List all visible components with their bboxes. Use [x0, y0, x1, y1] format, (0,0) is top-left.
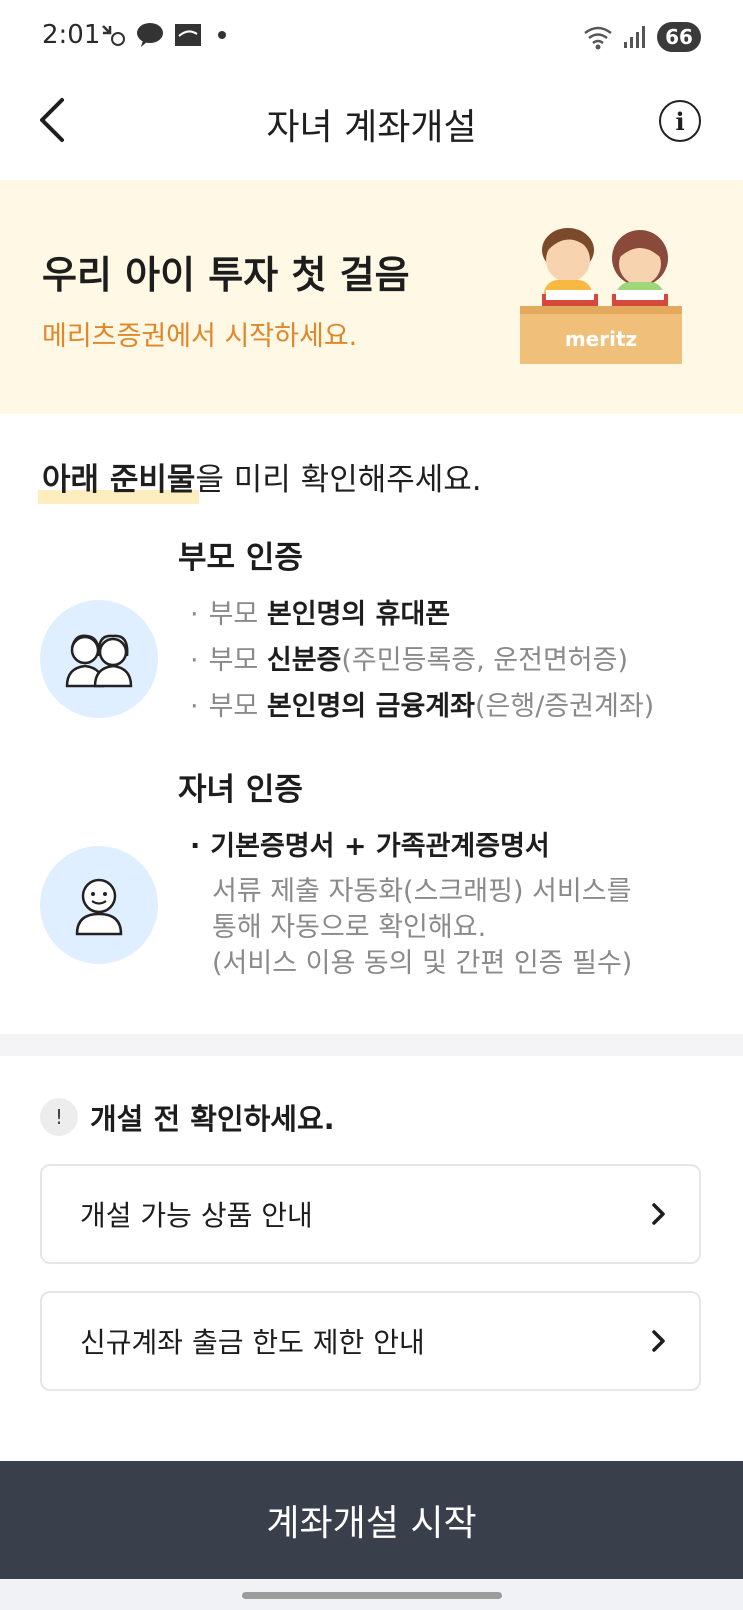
- child-avatar: [40, 846, 158, 964]
- wifi-icon: [584, 26, 612, 50]
- promo-banner: 우리 아이 투자 첫 걸음 메리츠증권에서 시작하세요. meritz: [0, 180, 743, 414]
- home-indicator[interactable]: [242, 1592, 502, 1599]
- banner-subtitle: 메리츠증권에서 시작하세요.: [42, 321, 358, 352]
- start-account-opening-button[interactable]: 계좌개설 시작: [0, 1461, 743, 1579]
- card-label: 개설 가능 상품 안내: [80, 1199, 313, 1232]
- parent-req-item: · 부모 본인명의 금융계좌(은행/증권계좌): [190, 691, 655, 722]
- notice-header: ! 개설 전 확인하세요.: [40, 1096, 335, 1138]
- intro-rest: 을 미리 확인해주세요.: [195, 462, 482, 498]
- system-nav-bar: [0, 1579, 743, 1610]
- kakaotalk-icon: [137, 23, 163, 47]
- section-divider: [0, 1034, 743, 1056]
- system-icons: 66: [583, 22, 701, 52]
- page-title: 자녀 계좌개설: [266, 107, 477, 148]
- child-auth-title: 자녀 인증: [178, 772, 303, 808]
- info-icon: i: [675, 106, 685, 136]
- child-req-item: · 기본증명서 + 가족관계증명서: [190, 831, 550, 862]
- parent-req-item: · 부모 신분증(주민등록증, 운전면허증): [190, 645, 629, 676]
- status-bar: 2:01 66: [0, 0, 743, 76]
- child-req-desc: 서류 제출 자동화(스크래핑) 서비스를 통해 자동으로 확인해요. (서비스 …: [212, 876, 633, 979]
- requirements-intro: 아래 준비물을 미리 확인해주세요.: [42, 454, 482, 499]
- info-button[interactable]: i: [659, 100, 701, 142]
- withdraw-limit-card[interactable]: 신규계좌 출금 한도 제한 안내: [40, 1291, 701, 1391]
- child-icon: [75, 878, 123, 936]
- card-label: 신규계좌 출금 한도 제한 안내: [80, 1326, 425, 1359]
- battery-icon: 66: [657, 22, 701, 52]
- kids-reading-illustration: meritz: [520, 228, 682, 364]
- signal-icon: [624, 26, 645, 48]
- chevron-right-icon: [652, 1330, 665, 1352]
- exclamation-icon: !: [40, 1098, 78, 1136]
- missed-call-icon: [102, 25, 125, 46]
- chevron-right-icon: [652, 1203, 665, 1225]
- intro-highlight: 아래 준비물: [42, 462, 196, 498]
- notice-title: 개설 전 확인하세요.: [90, 1102, 335, 1136]
- status-time: 2:01: [42, 20, 101, 50]
- parent-req-item: · 부모 본인명의 휴대폰: [190, 599, 451, 630]
- mail-icon: [175, 24, 201, 46]
- desk-logo-text: meritz: [565, 327, 637, 351]
- parent-avatar: [40, 600, 158, 718]
- banner-title: 우리 아이 투자 첫 걸음: [42, 253, 410, 297]
- parent-auth-title: 부모 인증: [178, 540, 303, 576]
- product-guide-card[interactable]: 개설 가능 상품 안내: [40, 1164, 701, 1264]
- notification-dot: [218, 31, 226, 39]
- notification-icons: [100, 22, 226, 48]
- app-header: 자녀 계좌개설 i: [0, 76, 743, 176]
- parents-icon: [65, 634, 133, 688]
